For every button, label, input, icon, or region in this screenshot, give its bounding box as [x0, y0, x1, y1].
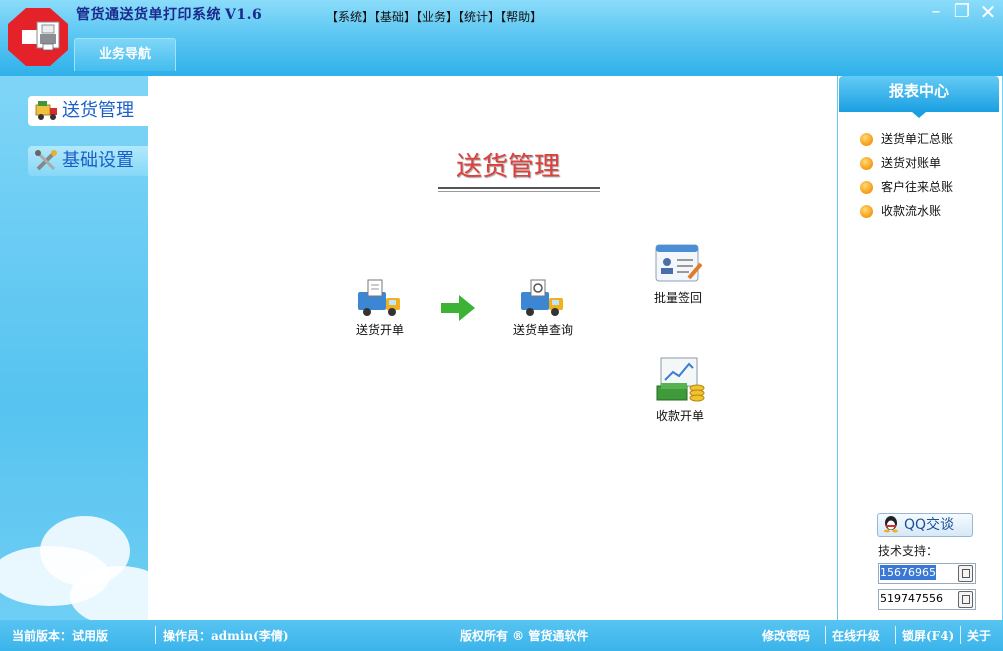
- page-title: 送货管理: [455, 152, 560, 182]
- status-divider: [155, 626, 156, 644]
- lock-screen-link[interactable]: 锁屏(F4): [902, 627, 954, 644]
- status-divider: [895, 626, 896, 644]
- copy-icon[interactable]: [958, 565, 973, 582]
- sidebar-item-delivery-management[interactable]: 送货管理: [28, 96, 148, 126]
- title-divider: [438, 187, 600, 189]
- menu-help[interactable]: 【帮助】: [500, 10, 542, 24]
- report-center-notch: [912, 112, 926, 118]
- orange-bullet-icon: [860, 205, 873, 218]
- support-phone-field-1: [878, 563, 976, 584]
- create-payment-receipt-label: 收款开单: [655, 409, 704, 423]
- copyright-text: 版权所有 ® 管货通软件: [460, 629, 589, 643]
- tech-support-label: 技术支持：: [878, 544, 939, 558]
- report-item-delivery-statement[interactable]: 送货对账单: [860, 154, 941, 171]
- title-divider: [438, 191, 600, 192]
- menu-business[interactable]: 【业务】: [416, 10, 458, 24]
- main-content: 送货管理 送货开单 送货单查询 批量签回 收款开单: [148, 76, 837, 620]
- money-chart-icon: [656, 357, 705, 402]
- status-divider: [825, 626, 826, 644]
- online-upgrade-link[interactable]: 在线升级: [832, 627, 880, 644]
- support-phone-input-1[interactable]: [880, 565, 936, 580]
- about-link[interactable]: 关于: [967, 627, 991, 644]
- menu-bar: 【系统】【基础】【业务】【统计】【帮助】: [326, 8, 542, 25]
- sidebar-item-basic-settings[interactable]: 基础设置: [28, 146, 148, 176]
- create-delivery-order-label: 送货开单: [355, 323, 404, 337]
- sidebar-item-label: 基础设置: [62, 150, 134, 171]
- report-item-label: 送货对账单: [881, 156, 942, 170]
- batch-sign-back-button[interactable]: 批量签回: [650, 242, 706, 306]
- report-center-title: 报表中心: [839, 76, 999, 112]
- status-bar: 当前版本：试用版 操作员：admin(李倩) 版权所有 ® 管货通软件 修改密码…: [0, 620, 1003, 651]
- status-divider: [960, 626, 961, 644]
- sidebar: 送货管理 基础设置: [0, 76, 148, 620]
- tools-icon: [35, 150, 57, 171]
- report-item-label: 收款流水账: [881, 204, 942, 218]
- create-payment-receipt-button[interactable]: 收款开单: [654, 356, 706, 424]
- version-status: 当前版本：试用版: [12, 629, 109, 643]
- report-item-payment-journal[interactable]: 收款流水账: [860, 202, 941, 219]
- report-item-delivery-summary[interactable]: 送货单汇总账: [860, 130, 953, 147]
- green-arrow-icon: [441, 295, 475, 321]
- report-item-customer-ledger[interactable]: 客户往来总账: [860, 178, 953, 195]
- menu-statistics[interactable]: 【统计】: [458, 10, 500, 24]
- tab-business-navigation[interactable]: 业务导航: [74, 38, 176, 71]
- qq-penguin-icon: [884, 516, 898, 533]
- menu-system[interactable]: 【系统】: [326, 10, 374, 24]
- contact-card-pen-icon: [655, 244, 703, 282]
- delivery-order-query-label: 送货单查询: [512, 323, 573, 337]
- report-item-label: 客户往来总账: [881, 180, 954, 194]
- restore-button[interactable]: ❐: [951, 2, 973, 24]
- minimize-button[interactable]: –: [925, 2, 947, 24]
- operator-status: 操作员：admin(李倩): [163, 629, 289, 643]
- app-version: V1.6: [225, 7, 263, 23]
- report-center-panel: 报表中心 送货单汇总账 送货对账单 客户往来总账 收款流水账 QQ交谈 技术支持…: [837, 76, 1002, 620]
- report-item-label: 送货单汇总账: [881, 132, 954, 146]
- sidebar-item-label: 送货管理: [62, 100, 134, 121]
- batch-sign-back-label: 批量签回: [653, 291, 702, 305]
- delivery-truck-search-icon: [521, 279, 563, 316]
- orange-bullet-icon: [860, 133, 873, 146]
- orange-bullet-icon: [860, 157, 873, 170]
- printer-logo-icon: [8, 8, 68, 66]
- change-password-link[interactable]: 修改密码: [762, 627, 810, 644]
- delivery-truck-document-icon: [358, 279, 400, 316]
- menu-basic[interactable]: 【基础】: [374, 10, 416, 24]
- delivery-truck-icon: [35, 101, 57, 120]
- qq-chat-label: QQ交谈: [904, 517, 955, 533]
- app-title: 管货通送货单打印系统 V1.6: [76, 4, 262, 24]
- support-phone-input-2[interactable]: [880, 591, 950, 606]
- qq-chat-button[interactable]: QQ交谈: [877, 513, 973, 537]
- create-delivery-order-button[interactable]: 送货开单: [354, 278, 406, 338]
- orange-bullet-icon: [860, 181, 873, 194]
- delivery-order-query-button[interactable]: 送货单查询: [510, 278, 576, 338]
- support-phone-field-2: [878, 589, 976, 610]
- copy-icon[interactable]: [958, 591, 973, 608]
- close-button[interactable]: ✕: [977, 2, 999, 24]
- title-bar: 管货通送货单打印系统 V1.6 【系统】【基础】【业务】【统计】【帮助】 业务导航…: [0, 0, 1003, 76]
- app-title-text: 管货通送货单打印系统: [76, 7, 221, 23]
